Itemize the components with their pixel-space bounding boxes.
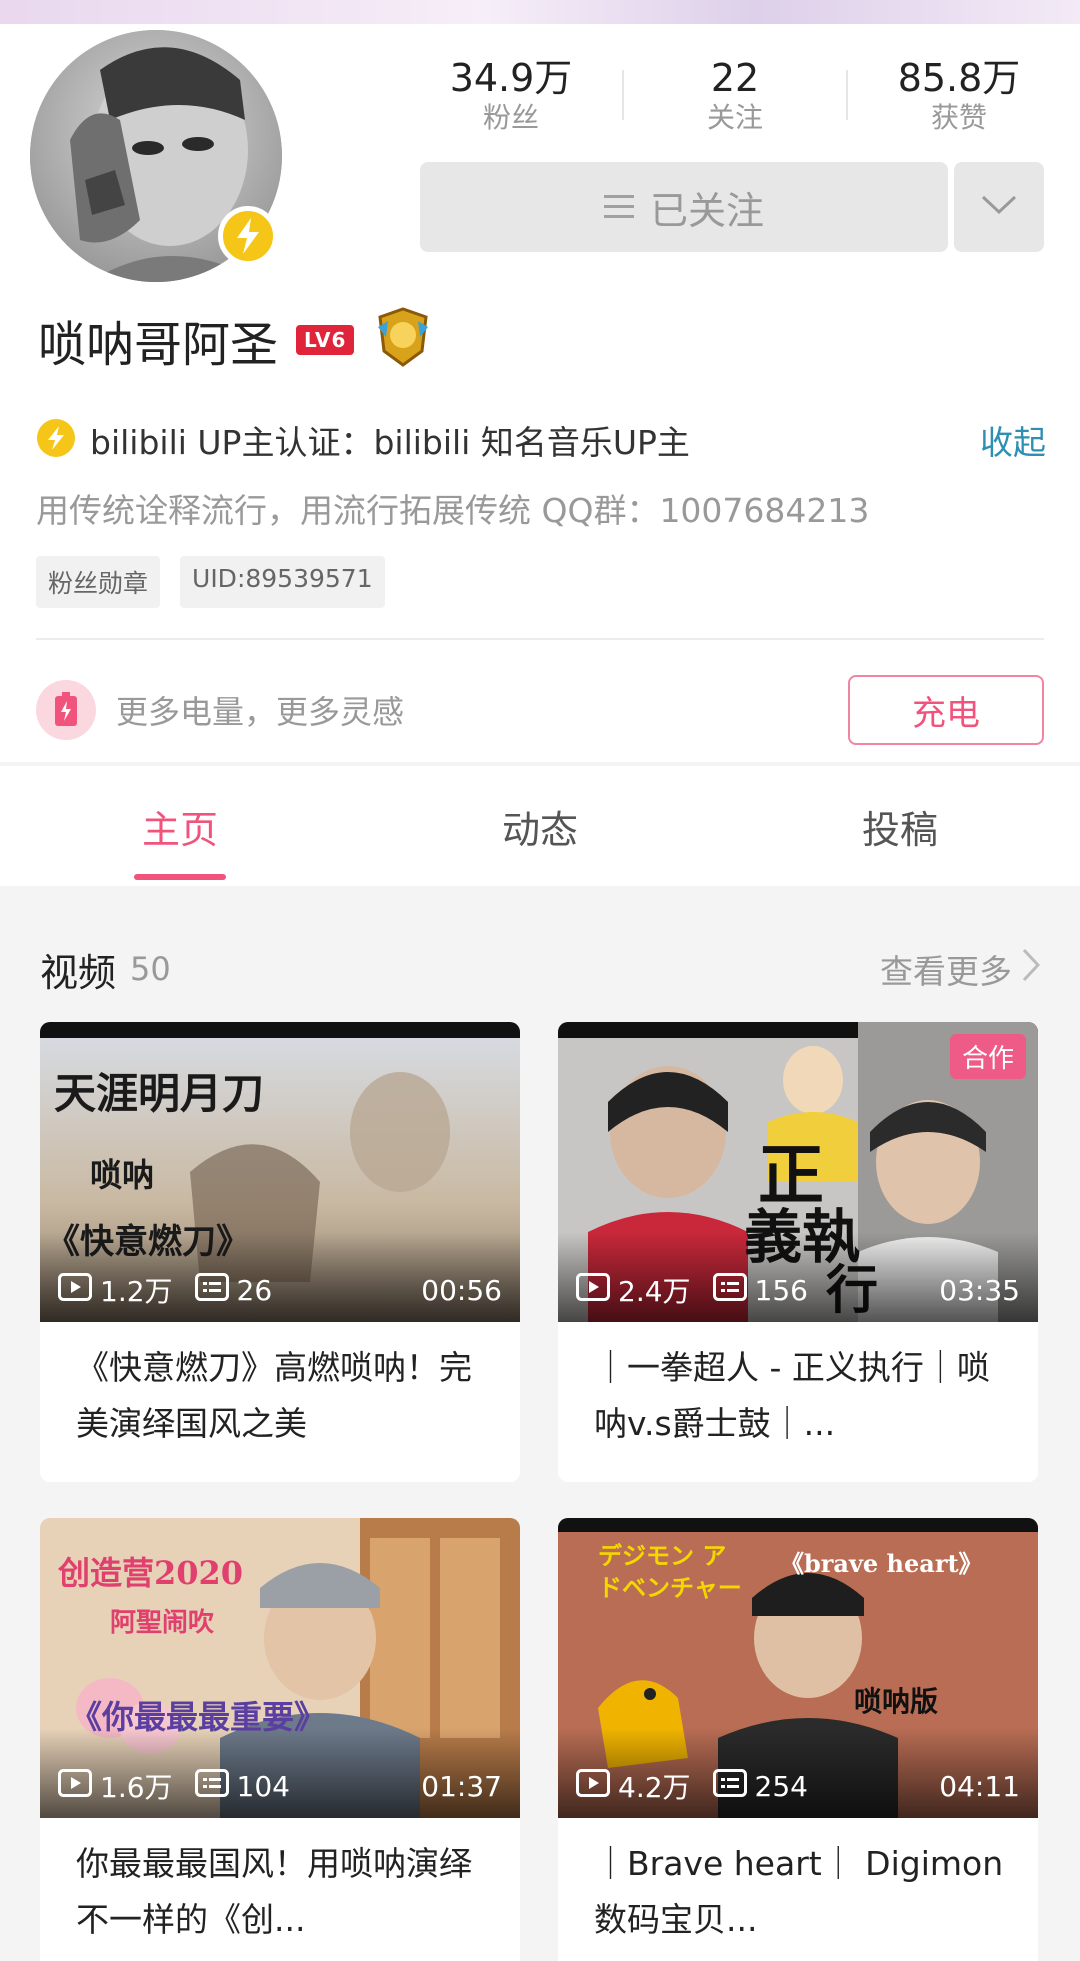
see-more-link[interactable]: 查看更多 <box>880 945 1041 993</box>
verified-badge-icon <box>218 206 278 266</box>
stat-label: 获赞 <box>930 101 987 134</box>
stat-label: 粉丝 <box>482 101 539 134</box>
collapse-link[interactable]: 收起 <box>980 416 1046 464</box>
expand-recommend-button[interactable] <box>954 162 1044 252</box>
level-badge: LV6 <box>296 325 355 355</box>
video-duration: 01:37 <box>421 1769 502 1803</box>
thumbnail-caption: 唢呐 <box>90 1156 155 1194</box>
stat-following[interactable]: 22 关注 <box>624 55 846 135</box>
thumbnail-caption: 阿聖闹吹 <box>110 1608 215 1638</box>
collab-badge: 合作 <box>949 1034 1026 1079</box>
video-title: ｜Brave heart｜ Digimon 数码宝贝... <box>594 1844 1004 1939</box>
video-title: 你最最最国风！用唢呐演绎不一样的《创... <box>76 1844 472 1939</box>
tab-submissions[interactable]: 投稿 <box>720 766 1080 886</box>
video-meta: 2.4万 156 03:35 <box>576 1270 1020 1310</box>
video-meta: 4.2万 254 04:11 <box>576 1766 1020 1806</box>
charge-row: 更多电量，更多灵感 充电 <box>36 674 1044 746</box>
video-thumbnail: 天涯明月刀 唢呐 《快意燃刀》 1.2万 26 00:56 <box>40 1022 520 1322</box>
video-count: 50 <box>130 950 171 988</box>
battery-icon <box>36 680 96 740</box>
header-banner <box>0 0 1080 24</box>
stat-label: 关注 <box>706 101 763 134</box>
play-icon <box>576 1272 610 1308</box>
stat-fans[interactable]: 34.9万 粉丝 <box>400 55 622 135</box>
view-count: 1.6万 <box>100 1771 173 1804</box>
play-icon <box>576 1768 610 1804</box>
medal-icon[interactable] <box>372 307 434 373</box>
danmaku-icon <box>712 1272 747 1308</box>
video-thumbnail: 正 義執 行 合作 2.4万 156 03:35 <box>558 1022 1038 1322</box>
username: 唢呐哥阿圣 <box>38 317 279 373</box>
stat-value: 34.9万 <box>449 56 573 100</box>
video-duration: 04:11 <box>939 1769 1020 1803</box>
tab-home[interactable]: 主页 <box>0 766 360 886</box>
divider <box>36 638 1044 640</box>
profile-tabs: 主页 动态 投稿 <box>0 766 1080 886</box>
uid-tag[interactable]: UID:89539571 <box>180 556 385 608</box>
videos-section-header: 视频 50 查看更多 <box>40 942 1041 996</box>
video-card[interactable]: デジモン アドベンチャー 《brave heart》 唢呐版 4.2万 254 … <box>558 1518 1038 1961</box>
verification-row: bilibili UP主认证：bilibili 知名音乐UP主 收起 <box>36 414 1046 466</box>
video-meta: 1.2万 26 00:56 <box>58 1270 502 1310</box>
video-meta: 1.6万 104 01:37 <box>58 1766 502 1806</box>
profile-stats: 34.9万 粉丝 22 关注 85.8万 获赞 <box>400 50 1070 140</box>
danmaku-icon <box>712 1768 747 1804</box>
followed-button[interactable]: 已关注 <box>420 162 948 252</box>
video-card[interactable]: 天涯明月刀 唢呐 《快意燃刀》 1.2万 26 00:56 《快意燃刀》高燃唢呐… <box>40 1022 520 1482</box>
verified-icon <box>36 418 76 462</box>
video-thumbnail: デジモン アドベンチャー 《brave heart》 唢呐版 4.2万 254 … <box>558 1518 1038 1818</box>
thumbnail-caption: 创造营2020 <box>58 1554 244 1592</box>
view-count: 1.2万 <box>100 1275 173 1308</box>
chevron-right-icon <box>1022 948 1041 990</box>
danmaku-count: 104 <box>236 1769 290 1803</box>
play-icon <box>58 1272 92 1308</box>
signature: 用传统诠释流行，用流行拓展传统 QQ群：1007684213 <box>36 491 870 530</box>
charge-button[interactable]: 充电 <box>848 675 1044 745</box>
stat-likes[interactable]: 85.8万 获赞 <box>848 55 1070 135</box>
danmaku-icon <box>194 1272 229 1308</box>
avatar[interactable] <box>30 30 282 282</box>
chevron-down-icon <box>981 195 1017 219</box>
danmaku-count: 156 <box>754 1273 808 1307</box>
section-title: 视频 <box>40 950 117 995</box>
danmaku-icon <box>194 1768 229 1804</box>
thumbnail-caption: 唢呐版 <box>854 1685 939 1718</box>
video-duration: 03:35 <box>939 1273 1020 1307</box>
video-title: 《快意燃刀》高燃唢呐！完美演绎国风之美 <box>76 1348 472 1443</box>
verification-text: bilibili UP主认证：bilibili 知名音乐UP主 <box>90 423 690 462</box>
video-title: ｜一拳超人 - 正义执行｜唢呐v.s爵士鼓｜... <box>594 1348 990 1443</box>
tab-dynamics[interactable]: 动态 <box>360 766 720 886</box>
danmaku-count: 26 <box>236 1273 273 1307</box>
profile-tags: 粉丝勋章 UID:89539571 <box>36 556 385 608</box>
video-card[interactable]: 正 義執 行 合作 2.4万 156 03:35 ｜一拳超人 - 正义执行｜唢呐… <box>558 1022 1038 1482</box>
name-row: 唢呐哥阿圣 LV6 <box>38 304 434 376</box>
danmaku-count: 254 <box>754 1769 808 1803</box>
view-count: 2.4万 <box>618 1275 691 1308</box>
stat-value: 22 <box>710 56 760 100</box>
profile-card: 34.9万 粉丝 22 关注 85.8万 获赞 已关注 唢呐哥阿圣 LV6 bi… <box>0 24 1080 762</box>
video-card[interactable]: 创造营2020 阿聖闹吹 《你最最最重要》 1.6万 104 01:37 你最最… <box>40 1518 520 1961</box>
thumbnail-caption: 《brave heart》 <box>780 1549 983 1578</box>
menu-lines-icon <box>603 185 634 229</box>
thumbnail-caption: デジモン アドベンチャー <box>598 1541 742 1602</box>
video-thumbnail: 创造营2020 阿聖闹吹 《你最最最重要》 1.6万 104 01:37 <box>40 1518 520 1818</box>
view-count: 4.2万 <box>618 1771 691 1804</box>
fan-medal-tag[interactable]: 粉丝勋章 <box>36 556 161 608</box>
thumbnail-caption: 天涯明月刀 <box>54 1069 265 1118</box>
followed-label: 已关注 <box>649 188 764 233</box>
play-icon <box>58 1768 92 1804</box>
stat-value: 85.8万 <box>897 56 1021 100</box>
charge-slogan: 更多电量，更多灵感 <box>116 693 405 731</box>
see-more-label: 查看更多 <box>880 952 1012 991</box>
video-duration: 00:56 <box>421 1273 502 1307</box>
